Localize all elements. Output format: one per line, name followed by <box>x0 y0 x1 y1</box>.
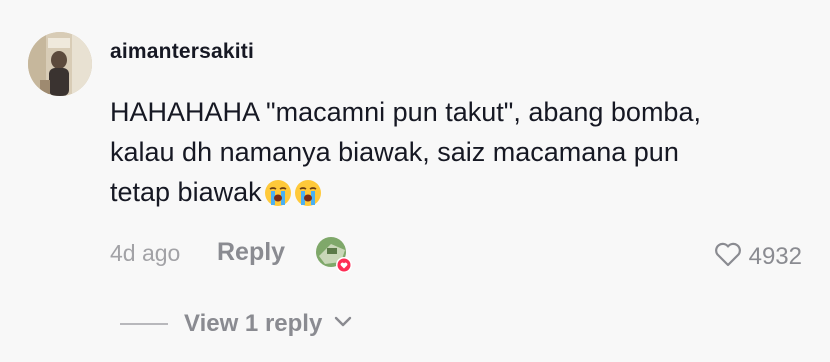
comment-text-line: kalau dh namanya biawak, saiz macamana p… <box>110 137 679 167</box>
loudly-crying-face-icon <box>294 178 322 218</box>
comment-text: HAHAHAHA "macamni pun takut", abang bomb… <box>110 92 815 218</box>
comment-text-line-end: tetap biawak <box>110 177 262 207</box>
like-count: 4932 <box>748 242 802 270</box>
view-replies-button[interactable]: View 1 reply <box>120 310 352 338</box>
avatar[interactable] <box>28 32 92 96</box>
loudly-crying-face-icon <box>264 178 292 218</box>
reply-button[interactable]: Reply <box>217 238 285 267</box>
comment-text-line-last: tetap biawak <box>110 172 815 218</box>
timestamp: 4d ago <box>110 240 181 266</box>
view-replies-label[interactable]: View 1 reply <box>184 310 322 338</box>
username[interactable]: aimantersakiti <box>110 40 254 64</box>
chevron-down-icon[interactable] <box>334 315 352 333</box>
comment-text-line: HAHAHAHA "macamni pun takut", abang bomb… <box>110 97 701 127</box>
like-button[interactable]: 4932 <box>713 240 802 273</box>
heart-outline-icon[interactable] <box>713 240 743 273</box>
comment-item: aimantersakiti HAHAHAHA "macamni pun tak… <box>0 0 830 362</box>
reply-divider-line <box>120 323 168 325</box>
creator-liked-badge <box>315 236 353 274</box>
